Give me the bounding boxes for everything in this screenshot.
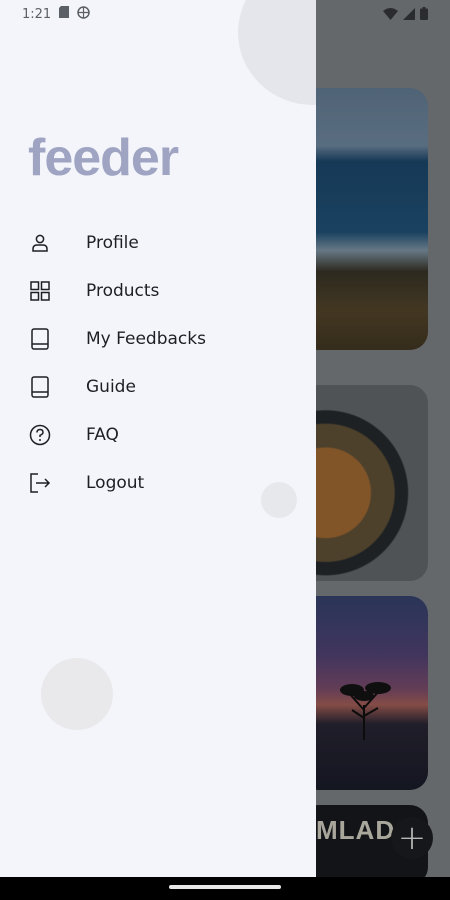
battery-icon bbox=[420, 5, 428, 24]
menu-item-my-feedbacks[interactable]: My Feedbacks bbox=[0, 315, 316, 363]
book-icon bbox=[29, 376, 51, 398]
menu-item-profile[interactable]: Profile bbox=[0, 219, 316, 267]
menu-item-products[interactable]: Products bbox=[0, 267, 316, 315]
menu-item-label: Logout bbox=[86, 473, 145, 493]
navigation-drawer: feeder Profile Products My Feedbacks Gui… bbox=[0, 0, 316, 877]
signal-icon bbox=[403, 5, 415, 24]
drawer-menu: Profile Products My Feedbacks Guide FAQ bbox=[0, 219, 316, 507]
menu-item-label: FAQ bbox=[86, 425, 119, 445]
help-circle-icon bbox=[29, 424, 51, 446]
menu-item-label: My Feedbacks bbox=[86, 329, 206, 349]
book-icon bbox=[29, 328, 51, 350]
menu-item-label: Products bbox=[86, 281, 160, 301]
sim-card-icon bbox=[59, 6, 70, 22]
menu-item-logout[interactable]: Logout bbox=[0, 459, 316, 507]
menu-item-faq[interactable]: FAQ bbox=[0, 411, 316, 459]
person-icon bbox=[29, 232, 51, 254]
vpn-globe-icon bbox=[77, 5, 90, 23]
home-indicator[interactable] bbox=[169, 885, 281, 889]
decorative-bubble bbox=[41, 658, 113, 730]
menu-item-guide[interactable]: Guide bbox=[0, 363, 316, 411]
menu-item-label: Guide bbox=[86, 377, 136, 397]
app-logo: feeder bbox=[28, 129, 179, 187]
status-bar: 1:21 bbox=[0, 0, 450, 28]
menu-item-label: Profile bbox=[86, 233, 139, 253]
wifi-icon bbox=[383, 5, 398, 24]
status-time: 1:21 bbox=[22, 6, 52, 22]
logout-icon bbox=[29, 472, 51, 494]
grid-icon bbox=[29, 280, 51, 302]
